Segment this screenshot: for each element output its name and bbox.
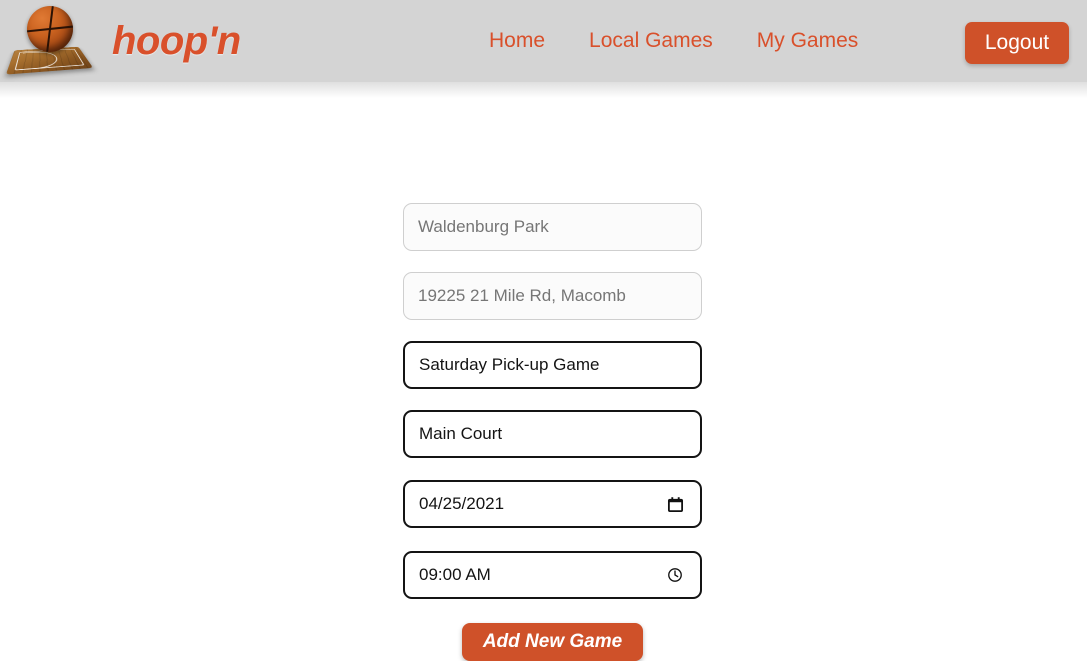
game-date-input[interactable]: 04/25/2021 xyxy=(403,480,702,528)
add-new-game-button[interactable]: Add New Game xyxy=(462,623,643,661)
nav-link-home[interactable]: Home xyxy=(489,29,545,53)
basketball-court-logo-icon xyxy=(4,2,96,80)
main-nav: Home Local Games My Games xyxy=(489,0,858,82)
park-address-input[interactable]: 19225 21 Mile Rd, Macomb xyxy=(403,272,702,320)
game-name-value: Saturday Pick-up Game xyxy=(419,355,600,374)
game-time-value: 09:00 AM xyxy=(419,565,491,584)
park-name-input[interactable]: Waldenburg Park xyxy=(403,203,702,251)
clock-icon[interactable] xyxy=(666,566,684,584)
nav-link-my-games[interactable]: My Games xyxy=(757,29,859,53)
nav-link-local-games[interactable]: Local Games xyxy=(589,29,713,53)
park-name-value: Waldenburg Park xyxy=(418,217,549,236)
court-name-input[interactable]: Main Court xyxy=(403,410,702,458)
brand[interactable]: hoop'n xyxy=(4,0,241,82)
game-date-value: 04/25/2021 xyxy=(419,494,505,513)
site-header: hoop'n Home Local Games My Games Logout xyxy=(0,0,1087,98)
park-address-value: 19225 21 Mile Rd, Macomb xyxy=(418,286,626,305)
ball-seam-right xyxy=(51,6,73,52)
logout-button[interactable]: Logout xyxy=(965,22,1069,64)
ball-seam-left xyxy=(27,6,49,52)
court-name-value: Main Court xyxy=(419,424,503,443)
add-game-form: Waldenburg Park 19225 21 Mile Rd, Macomb… xyxy=(0,82,1087,661)
calendar-icon[interactable] xyxy=(666,495,684,513)
brand-name: hoop'n xyxy=(112,18,241,63)
basketball-icon xyxy=(27,6,73,52)
game-name-input[interactable]: Saturday Pick-up Game xyxy=(403,341,702,389)
